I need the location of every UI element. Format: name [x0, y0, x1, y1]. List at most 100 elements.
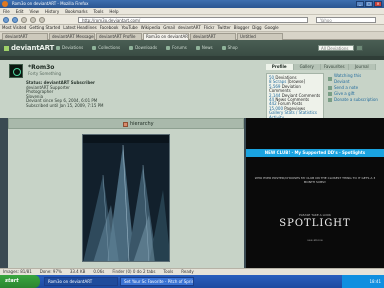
da-logo-icon: [4, 45, 9, 51]
downloads-icon: [129, 46, 134, 50]
nav-downloads[interactable]: Downloads: [129, 45, 157, 51]
gift-icon: [328, 92, 332, 96]
address-bar[interactable]: http://rom3o.deviantart.com/: [78, 17, 308, 23]
bookmark-item[interactable]: Facebook: [99, 25, 120, 31]
menu-bookmarks[interactable]: Bookmarks: [65, 8, 87, 14]
profile-info: Status: deviantART Subscriber deviantART…: [26, 80, 104, 109]
stop-icon[interactable]: [30, 17, 36, 23]
deviation-image[interactable]: [82, 134, 170, 262]
action-label: Watching this Deviant: [334, 73, 362, 84]
bookmark-item[interactable]: Gmail: [162, 25, 176, 31]
shop-icon: [221, 46, 226, 50]
navigation-toolbar: http://rom3o.deviantart.com/ Yahoo: [0, 15, 384, 25]
reload-icon[interactable]: [21, 17, 27, 23]
site-logo-text: deviantART: [11, 44, 55, 52]
nav-label: Forums: [172, 45, 187, 50]
profile-info-line: Subscribed until Jan 15, 2009, 7:15 PM: [26, 102, 104, 108]
deviation-title[interactable]: hierarchy: [123, 121, 154, 127]
bookmark-item[interactable]: Blogger: [233, 25, 251, 31]
browser-tab[interactable]: deviantART Messages: [49, 33, 95, 40]
menu-file[interactable]: File: [3, 8, 10, 14]
nav-shop[interactable]: Shop: [221, 45, 238, 51]
system-tray-clock[interactable]: 18:41: [342, 275, 384, 288]
menu-view[interactable]: View: [29, 8, 39, 14]
bookmark-item[interactable]: Most Visited: [1, 25, 27, 31]
avatar[interactable]: [9, 64, 23, 78]
nav-forums[interactable]: Forums: [166, 45, 187, 51]
browser-tab-active[interactable]: Rom3o on deviantART: [143, 33, 189, 40]
start-button[interactable]: start: [0, 275, 40, 288]
news-icon: [195, 46, 200, 50]
bookmark-item[interactable]: Digg: [251, 25, 262, 31]
tab-gallery[interactable]: Gallery: [294, 64, 321, 70]
browser-tab[interactable]: Untitled: [237, 33, 283, 40]
nav-collections[interactable]: Collections: [92, 45, 120, 51]
bookmark-item[interactable]: Google: [264, 25, 280, 31]
site-search-button[interactable]: [356, 45, 363, 51]
back-icon[interactable]: [3, 17, 9, 23]
browser-tab[interactable]: deviantART: [190, 33, 236, 40]
nav-label: News: [201, 45, 213, 50]
club-banner[interactable]: NEW CLUB! · My Supported DD's · Spotligh…: [246, 149, 384, 157]
featured-deviation: hierarchy: [8, 118, 244, 268]
bookmark-item[interactable]: deviantART: [177, 25, 202, 31]
profile-actions: Watching this Deviant Send a note Give a…: [328, 73, 378, 103]
nav-label: Shop: [227, 45, 238, 50]
search-input[interactable]: Yahoo: [316, 17, 376, 23]
skyscraper-photo: [83, 135, 169, 261]
menu-bar: File Edit View History Bookmarks Tools H…: [0, 8, 384, 15]
profile-section: *Rom3o Forty Something Status: deviantAR…: [0, 60, 384, 124]
deviations-icon: [56, 46, 60, 50]
bookmark-item[interactable]: Twitter: [216, 25, 231, 31]
browser-statusbar: Images: 81/81 Done: 97% 33.4 KB 0.06s Fi…: [0, 268, 384, 275]
bookmark-item[interactable]: Wikipedia: [140, 25, 162, 31]
nav-label: Collections: [98, 45, 121, 50]
site-nav: Deviations Collections Downloads Forums …: [56, 45, 238, 51]
donate-button[interactable]: Donate a subscription: [328, 97, 378, 103]
browser-tab[interactable]: deviantART: [2, 33, 48, 40]
watch-button[interactable]: Watching this Deviant: [328, 73, 378, 85]
spotlight-title[interactable]: SPOTLIGHT: [246, 218, 384, 229]
bookmark-item[interactable]: YouTube: [121, 25, 139, 31]
taskbar-items: Rom3o on deviantART Set Your Sc Favorite…: [44, 277, 194, 286]
profile-username[interactable]: *Rom3o: [28, 64, 54, 71]
spotlight-subtitle: see above: [307, 238, 323, 242]
deviation-header: hierarchy: [8, 118, 244, 129]
taskbar-item[interactable]: Rom3o on deviantART: [44, 277, 118, 286]
tab-profile[interactable]: Profile: [266, 64, 294, 70]
tab-favourites[interactable]: Favourites: [321, 64, 349, 70]
donate-icon: [328, 98, 332, 102]
tab-journal[interactable]: Journal: [349, 64, 376, 70]
menu-tools[interactable]: Tools: [94, 8, 104, 14]
nav-news[interactable]: News: [195, 45, 213, 51]
collections-icon: [92, 46, 97, 50]
browser-tab[interactable]: deviantART Profile: [96, 33, 142, 40]
nav-label: Deviations: [62, 45, 84, 50]
bookmark-item[interactable]: Getting Started: [28, 25, 61, 31]
window-controls: _ □ ×: [356, 1, 382, 7]
site-header: deviantART Deviations Collections Downlo…: [0, 40, 384, 56]
bookmark-item[interactable]: Flickr: [203, 25, 216, 31]
action-label: Donate a subscription: [334, 97, 378, 102]
site-logo[interactable]: deviantART: [4, 44, 54, 52]
minimize-icon[interactable]: _: [356, 1, 364, 7]
close-icon[interactable]: ×: [374, 1, 382, 7]
nav-deviations[interactable]: Deviations: [56, 45, 83, 51]
window-titlebar: Rom3o on deviantART - Mozilla Firefox _ …: [0, 0, 384, 8]
menu-history[interactable]: History: [45, 8, 59, 14]
bookmark-item[interactable]: Latest Headlines: [62, 25, 97, 31]
window-title: Rom3o on deviantART - Mozilla Firefox: [12, 1, 89, 6]
maximize-icon[interactable]: □: [365, 1, 373, 7]
home-icon[interactable]: [39, 17, 45, 23]
deviation-icon: [123, 121, 128, 127]
bookmarks-toolbar: Most Visited Getting Started Latest Head…: [0, 25, 384, 32]
club-description: WHO EVER POSTED/CHOOSES MY CLUB ON THE C…: [254, 176, 376, 184]
spotlight-widget: NEW CLUB! · My Supported DD's · Spotligh…: [246, 118, 384, 268]
taskbar-item[interactable]: Set Your Sc Favorite - Pitch of Spring R…: [120, 277, 194, 286]
nav-label: Downloads: [135, 45, 158, 50]
forward-icon[interactable]: [12, 17, 18, 23]
site-search-input[interactable]: All Deviations: [318, 45, 354, 51]
menu-help[interactable]: Help: [109, 8, 118, 14]
menu-edit[interactable]: Edit: [16, 8, 24, 14]
profile-stats: 50 Deviations 8 Scraps [browse] 5,569 De…: [266, 73, 324, 124]
